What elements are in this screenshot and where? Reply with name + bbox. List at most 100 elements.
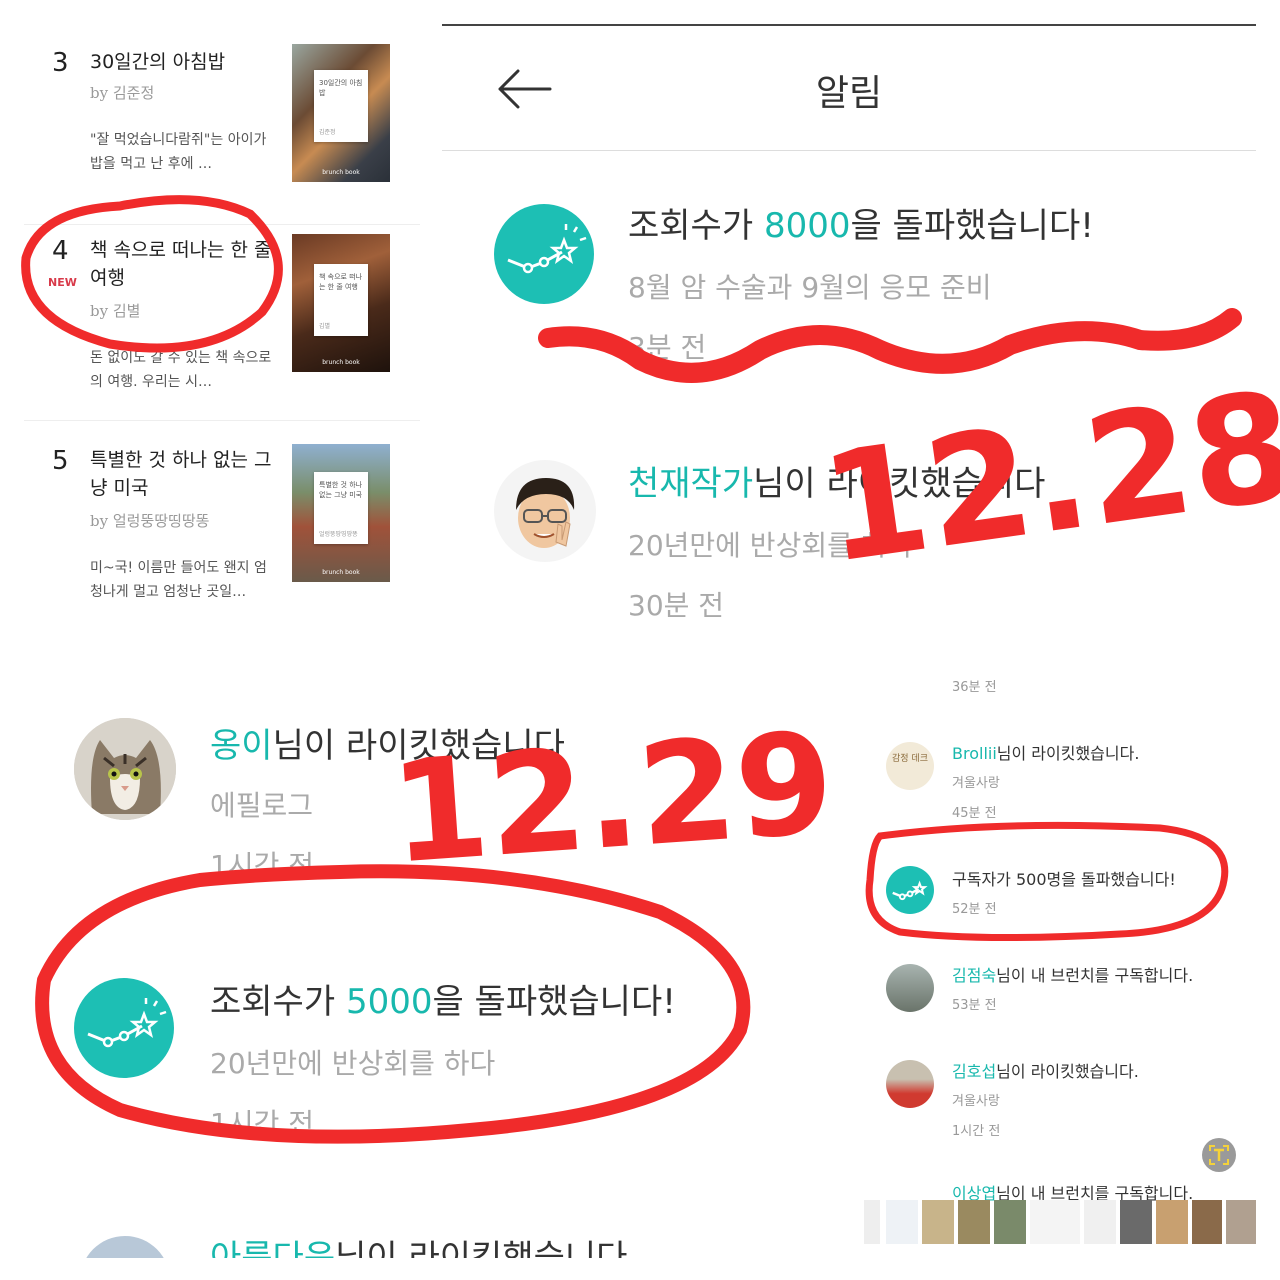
notification-time: 36분 전	[952, 680, 997, 695]
notification-subtitle: 20년만에 반상회를 하다	[628, 529, 914, 562]
rank-number: 4	[52, 236, 69, 266]
header-divider	[442, 150, 1256, 151]
ranking-panel: 3 30일간의 아침밥 by 김준정 "잘 먹었습니다람쥐"는 아이가 밥을 먹…	[24, 24, 420, 624]
message-highlight[interactable]: Brollii	[952, 744, 997, 763]
message-text: 님이 라이킷했습니다.	[996, 744, 1140, 763]
message-highlight: 5000	[345, 982, 433, 1022]
author-name[interactable]: 김별	[113, 302, 141, 320]
chart-star-icon	[494, 204, 594, 304]
avatar[interactable]	[886, 1060, 934, 1108]
notification-subtitle: 겨울사랑	[952, 1094, 1000, 1109]
cover-brand: brunch book	[322, 169, 360, 176]
message-text: 님이 라이킷했습니다.	[996, 1062, 1139, 1081]
avatar[interactable]	[886, 964, 934, 1012]
message-highlight[interactable]: 천재작가	[628, 464, 753, 504]
notification-message: 천재작가님이 라이킷했습니다	[628, 456, 1045, 505]
by-label: by	[90, 302, 109, 320]
cover-author: 얼렁뚱땅띵땅똥	[319, 531, 358, 538]
ranking-item[interactable]: 3 30일간의 아침밥 by 김준정 "잘 먹었습니다람쥐"는 아이가 밥을 먹…	[24, 24, 420, 225]
message-text: 을 돌파했습니다!	[850, 206, 1094, 246]
message-text: 님이 라이킷했습니다	[272, 726, 565, 766]
notification-message: 구독자가 500명을 돌파했습니다!	[952, 870, 1176, 889]
thumbnail[interactable]	[922, 1200, 954, 1244]
message-highlight[interactable]: 옹이	[210, 726, 273, 766]
notification-time: 45분 전	[952, 806, 997, 821]
book-cover[interactable]: 특별한 것 하나 없는 그냥 미국 얼렁뚱땅띵땅똥 brunch book	[292, 444, 390, 582]
book-title[interactable]: 책 속으로 떠나는 한 줄 여행	[90, 236, 278, 292]
author-name[interactable]: 얼렁뚱땅띵땅똥	[113, 512, 210, 530]
thumbnail[interactable]	[864, 1200, 880, 1244]
message-highlight[interactable]: 아름다운	[210, 1238, 335, 1258]
cover-title: 책 속으로 떠나는 한 줄 여행	[319, 273, 363, 291]
cover-title: 30일간의 아침밥	[319, 79, 363, 97]
notification-panel-small: 36분 전 감정 데크 Brollii님이 라이킷했습니다. 겨울사랑 45분 …	[864, 652, 1256, 1258]
notification-message: 조회수가 5000을 돌파했습니다!	[210, 974, 676, 1023]
avatar[interactable]	[74, 718, 176, 820]
cover-title: 특별한 것 하나 없는 그냥 미국	[319, 481, 363, 499]
thumbnail[interactable]	[1226, 1200, 1256, 1244]
notification-subtitle: 에필로그	[210, 789, 314, 822]
message-text: 님이 라이킷했습니다	[335, 1238, 628, 1258]
ranking-item[interactable]: 5 특별한 것 하나 없는 그냥 미국 by 얼렁뚱땅띵땅똥 미~국! 이름만 …	[24, 420, 420, 624]
avatar[interactable]	[494, 460, 596, 562]
by-label: by	[90, 512, 109, 530]
thumbnail[interactable]	[1084, 1200, 1116, 1244]
notification-time: 3분 전	[628, 331, 707, 364]
cover-brand: brunch book	[322, 569, 360, 576]
avatar-label: 감정 데크	[892, 754, 928, 764]
divider	[442, 24, 1256, 26]
rank-number: 5	[52, 446, 69, 476]
thumbnail-strip	[864, 1200, 1256, 1248]
notification-time: 1시간 전	[210, 1107, 314, 1140]
notification-time: 1시간 전	[952, 1124, 1001, 1139]
rank-number: 3	[52, 48, 69, 78]
notification-time: 52분 전	[952, 902, 997, 917]
notification-panel-bottom: 옹이님이 라이킷했습니다 에필로그 1시간 전 조회수가 5000을 돌파했습니…	[22, 652, 836, 1258]
new-badge: NEW	[48, 276, 77, 289]
book-title[interactable]: 30일간의 아침밥	[90, 48, 278, 76]
avatar[interactable]	[80, 1236, 170, 1258]
text-scan-icon	[1209, 1145, 1229, 1165]
book-description: 돈 없이도 갈 수 있는 책 속으로의 여행. 우리는 시…	[90, 350, 272, 390]
notification-message: 옹이님이 라이킷했습니다	[210, 718, 565, 767]
byline: by 김준정	[90, 82, 154, 103]
byline: by 김별	[90, 300, 140, 321]
notification-panel-top: 알림 조회수가 8000을 돌파했습니다! 8월 암 수술과 9월의 응모 준비…	[442, 24, 1256, 630]
message-highlight[interactable]: 김호섭	[952, 1062, 996, 1081]
chart-star-icon	[886, 866, 934, 914]
message-text: 조회수가	[628, 206, 764, 246]
message-text: 조회수가	[210, 982, 346, 1022]
notification-subtitle: 겨울사랑	[952, 776, 1000, 791]
thumbnail[interactable]	[994, 1200, 1026, 1244]
memoji-icon	[516, 478, 575, 548]
cover-card: 30일간의 아침밥 김준정	[314, 70, 368, 142]
cover-card: 특별한 것 하나 없는 그냥 미국 얼렁뚱땅띵땅똥	[314, 472, 368, 544]
thumbnail[interactable]	[1192, 1200, 1222, 1244]
thumbnail[interactable]	[886, 1200, 918, 1244]
cover-brand: brunch book	[322, 359, 360, 366]
book-title[interactable]: 특별한 것 하나 없는 그냥 미국	[90, 446, 278, 502]
avatar[interactable]: 감정 데크	[886, 742, 934, 790]
notification-message: 김점숙님이 내 브런치를 구독합니다.	[952, 962, 1193, 986]
ranking-item[interactable]: 4 NEW 책 속으로 떠나는 한 줄 여행 by 김별 돈 없이도 갈 수 있…	[24, 220, 420, 421]
message-text: 님이 내 브런치를 구독합니다.	[996, 966, 1194, 985]
message-text: 을 돌파했습니다!	[432, 982, 676, 1022]
thumbnail[interactable]	[1156, 1200, 1188, 1244]
message-highlight[interactable]: 김점숙	[952, 966, 996, 985]
thumbnail[interactable]	[1030, 1200, 1080, 1244]
cover-author: 김준정	[319, 129, 336, 136]
message-text: 님이 라이킷했습니다	[753, 464, 1046, 504]
book-cover[interactable]: 30일간의 아침밥 김준정 brunch book	[292, 44, 390, 182]
byline: by 얼렁뚱땅띵땅똥	[90, 510, 209, 531]
book-cover[interactable]: 책 속으로 떠나는 한 줄 여행 김별 brunch book	[292, 234, 390, 372]
author-name[interactable]: 김준정	[113, 84, 154, 102]
notification-message: 조회수가 8000을 돌파했습니다!	[628, 198, 1094, 247]
book-description: 미~국! 이름만 들어도 왠지 엄청나게 멀고 엄청난 곳일…	[90, 560, 267, 600]
text-scan-button[interactable]	[1202, 1138, 1236, 1172]
thumbnail[interactable]	[1120, 1200, 1152, 1244]
notification-time: 53분 전	[952, 998, 997, 1013]
notification-message: 김호섭님이 라이킷했습니다.	[952, 1058, 1139, 1082]
page-title: 알림	[815, 73, 883, 114]
cover-card: 책 속으로 떠나는 한 줄 여행 김별	[314, 264, 368, 336]
thumbnail[interactable]	[958, 1200, 990, 1244]
